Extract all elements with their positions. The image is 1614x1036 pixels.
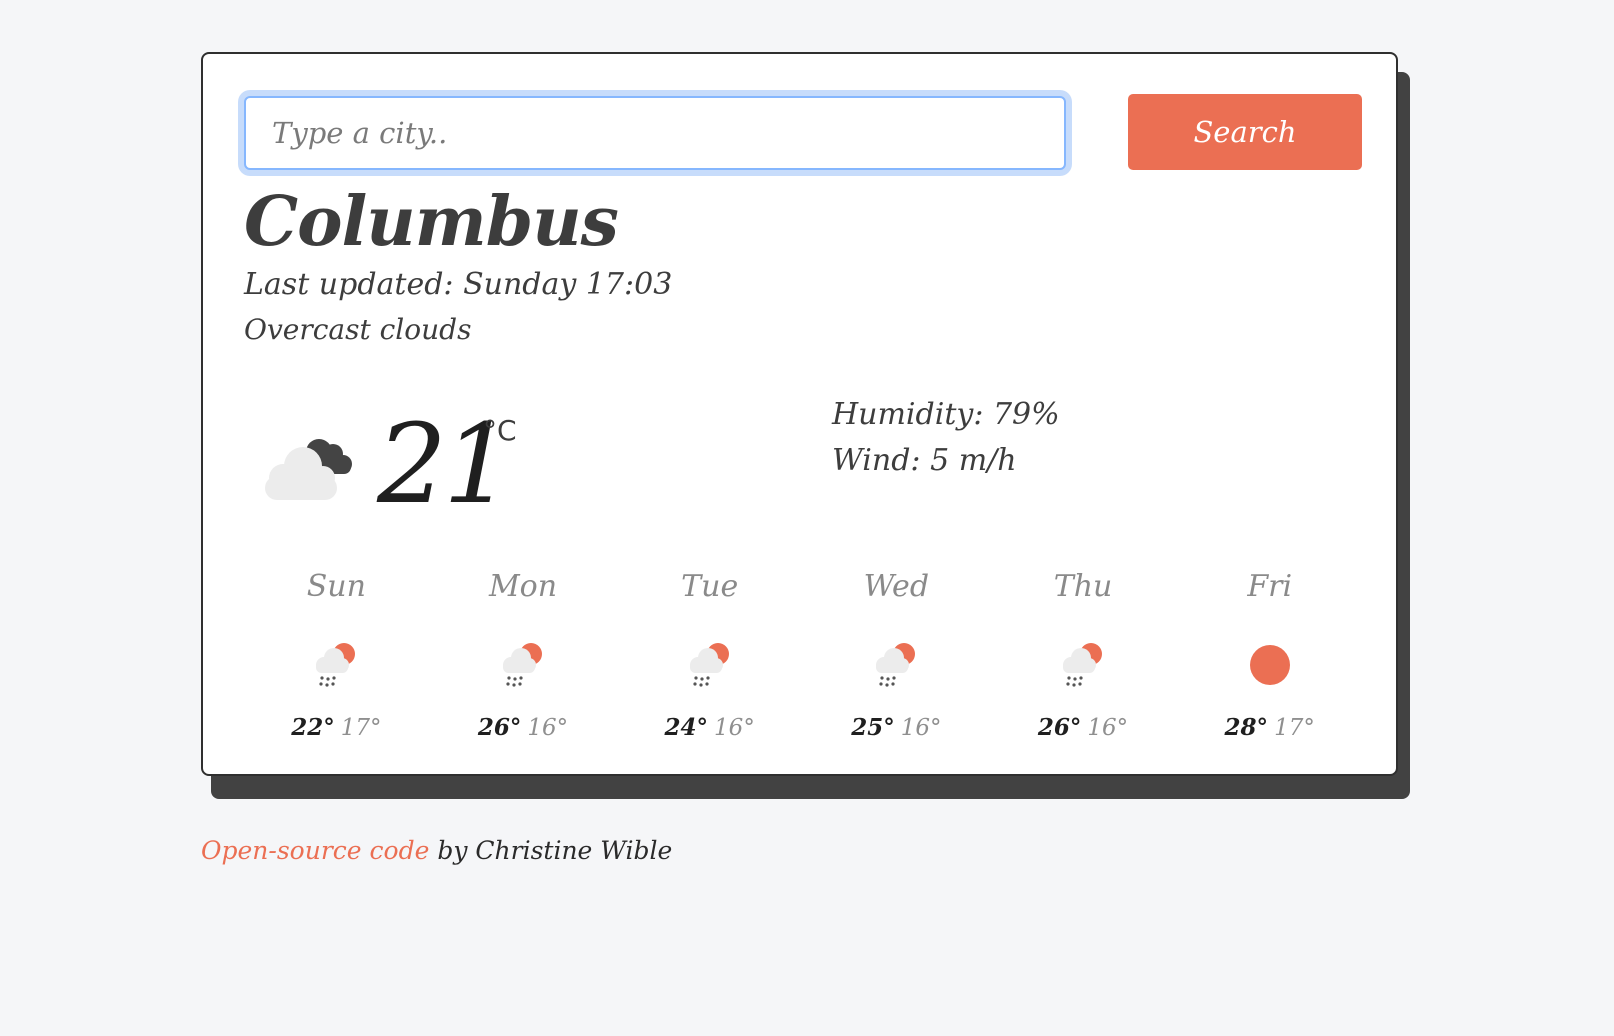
rain-sun-icon xyxy=(316,643,356,687)
forecast-day: Fri 28° 17° xyxy=(1176,572,1363,742)
forecast-temps: 25° 16° xyxy=(851,716,941,740)
forecast-max: 28° xyxy=(1224,714,1269,741)
rain-sun-icon xyxy=(689,643,729,687)
forecast-min: 16° xyxy=(1087,715,1129,741)
last-updated-time: Sunday 17:03 xyxy=(463,267,673,302)
temperature-unit[interactable]: °C xyxy=(483,417,517,445)
forecast-temps: 24° 16° xyxy=(665,716,755,740)
forecast-day: Thu 26° 16° xyxy=(990,572,1177,742)
forecast-day: Sun 22° 17° xyxy=(243,572,430,742)
forecast-temps: 26° 16° xyxy=(478,716,568,740)
forecast-min: 17° xyxy=(1274,715,1315,741)
forecast-max: 26° xyxy=(477,714,522,741)
forecast-max: 26° xyxy=(1037,714,1082,741)
source-code-link[interactable]: Open-source code xyxy=(201,836,429,865)
rain-sun-icon xyxy=(503,643,542,687)
city-search-input[interactable] xyxy=(244,96,1066,170)
forecast-day-name: Fri xyxy=(1247,569,1293,604)
humidity: Humidity: 79% xyxy=(832,397,1060,432)
footer: Open-source code by Christine Wible xyxy=(201,838,672,863)
rain-sun-icon xyxy=(1063,643,1103,687)
forecast-temps: 26° 16° xyxy=(1038,716,1128,740)
forecast-min: 16° xyxy=(527,715,569,741)
forecast-max: 25° xyxy=(851,714,895,741)
forecast-temps: 28° 17° xyxy=(1225,716,1315,740)
forecast-max: 22° xyxy=(291,714,335,741)
search-button[interactable]: Search xyxy=(1128,94,1362,170)
weather-card: Search Columbus Last updated: Sunday 17:… xyxy=(201,52,1398,776)
forecast-day: Mon 26° 16° xyxy=(430,572,617,742)
city-name: Columbus xyxy=(244,182,619,262)
sun-icon xyxy=(1249,645,1290,685)
forecast-temps: 22° 17° xyxy=(291,716,381,740)
forecast-day-name: Sun xyxy=(306,569,366,604)
forecast-min: 17° xyxy=(340,715,382,741)
forecast: Sun 22° 17° Mon 26° 16° Tue 24° 16° Wed … xyxy=(243,572,1363,742)
overcast-clouds-icon xyxy=(265,439,352,500)
forecast-day-name: Tue xyxy=(681,569,739,604)
forecast-max: 24° xyxy=(664,714,709,741)
last-updated: Last updated: Sunday 17:03 xyxy=(244,270,672,300)
forecast-day-name: Mon xyxy=(488,569,558,604)
footer-credit: by Christine Wible xyxy=(429,836,673,865)
rain-sun-icon xyxy=(876,643,916,687)
forecast-min: 16° xyxy=(714,715,755,741)
forecast-min: 16° xyxy=(900,715,942,741)
forecast-day: Wed 25° 16° xyxy=(803,572,990,742)
forecast-day-name: Wed xyxy=(863,569,930,604)
wind-speed: Wind: 5 m/h xyxy=(832,443,1017,478)
forecast-day-name: Thu xyxy=(1053,569,1113,604)
last-updated-label: Last updated: xyxy=(244,267,454,302)
forecast-day: Tue 24° 16° xyxy=(616,572,803,742)
page: Search Columbus Last updated: Sunday 17:… xyxy=(0,0,1614,1036)
weather-description: Overcast clouds xyxy=(244,313,472,346)
